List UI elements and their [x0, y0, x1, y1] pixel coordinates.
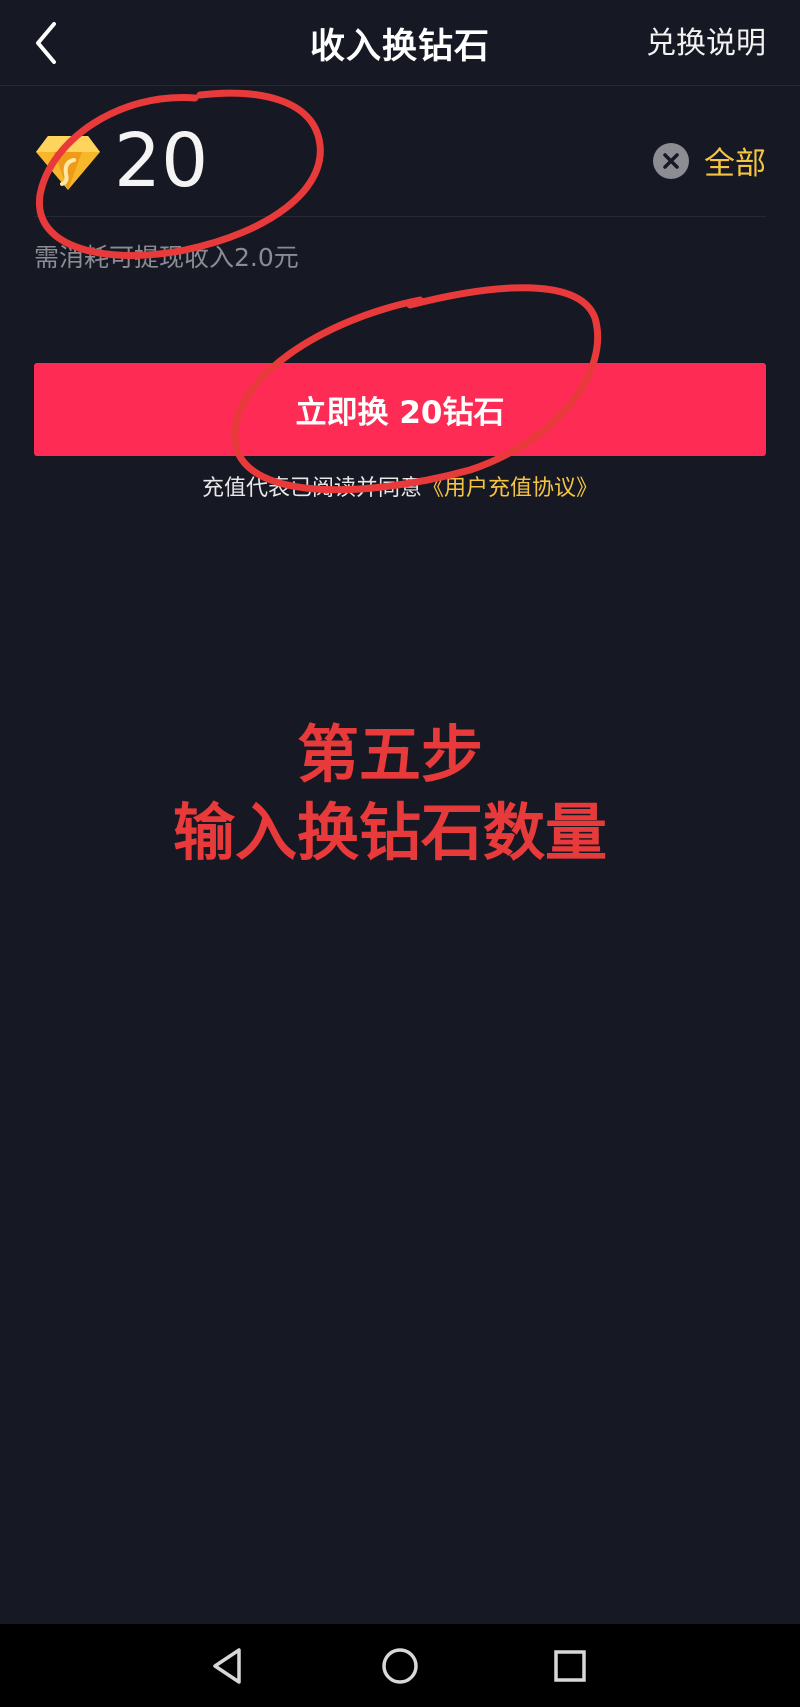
agreement-notice: 充值代表已阅读并同意《用户充值协议》 [0, 470, 800, 502]
diamond-amount-input[interactable] [114, 116, 594, 206]
recharge-agreement-link[interactable]: 《用户充值协议》 [422, 476, 598, 501]
nav-home-button[interactable] [376, 1642, 424, 1690]
top-bar: 收入换钻石 兑换说明 [0, 0, 800, 86]
agreement-text: 充值代表已阅读并同意 [201, 476, 422, 501]
select-all-button[interactable]: 全部 [704, 138, 766, 183]
exchange-now-button[interactable]: 立即换 20钻石 [34, 363, 766, 456]
diamond-icon [36, 136, 100, 190]
nav-back-button[interactable] [205, 1642, 253, 1690]
system-nav-bar [0, 1624, 800, 1707]
step-caption-title: 第五步 [296, 718, 483, 791]
cost-note: 需消耗可提现收入2.0元 [34, 243, 299, 272]
circle-home-icon [382, 1648, 418, 1684]
clear-x-icon [663, 153, 679, 169]
square-recent-icon [554, 1650, 586, 1682]
exchange-help-link[interactable]: 兑换说明 [646, 18, 766, 62]
step-caption-subtitle: 输入换钻石数量 [172, 796, 607, 869]
nav-recent-apps-button[interactable] [546, 1642, 594, 1690]
amount-row: 全部 [34, 110, 766, 217]
triangle-back-icon [213, 1648, 241, 1684]
clear-amount-button[interactable] [653, 143, 689, 179]
